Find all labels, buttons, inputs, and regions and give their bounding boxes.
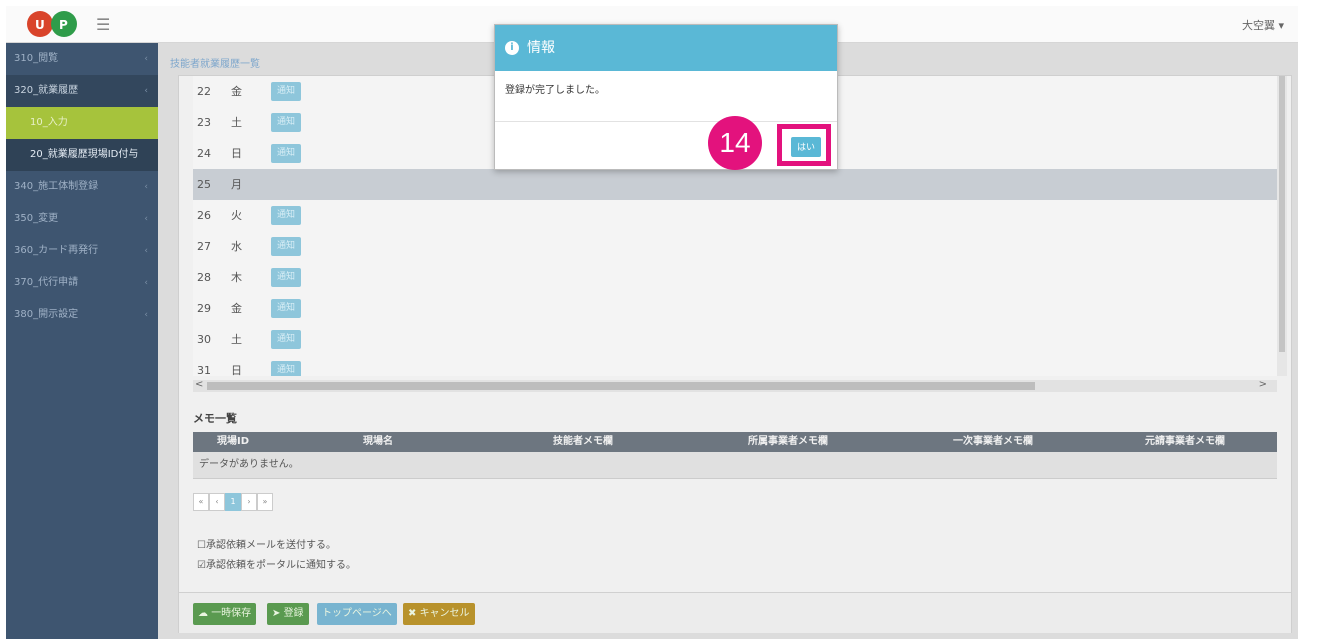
dialog-message: 登録が完了しました。 xyxy=(495,71,837,122)
step-highlight-box xyxy=(777,124,831,166)
info-icon: i xyxy=(505,41,519,55)
dialog-header: i 情報 xyxy=(495,25,837,71)
modal-overlay: i 情報 登録が完了しました。 はい 14 xyxy=(0,0,1319,639)
dialog-title: 情報 xyxy=(527,40,555,56)
step-number-badge: 14 xyxy=(708,116,762,170)
